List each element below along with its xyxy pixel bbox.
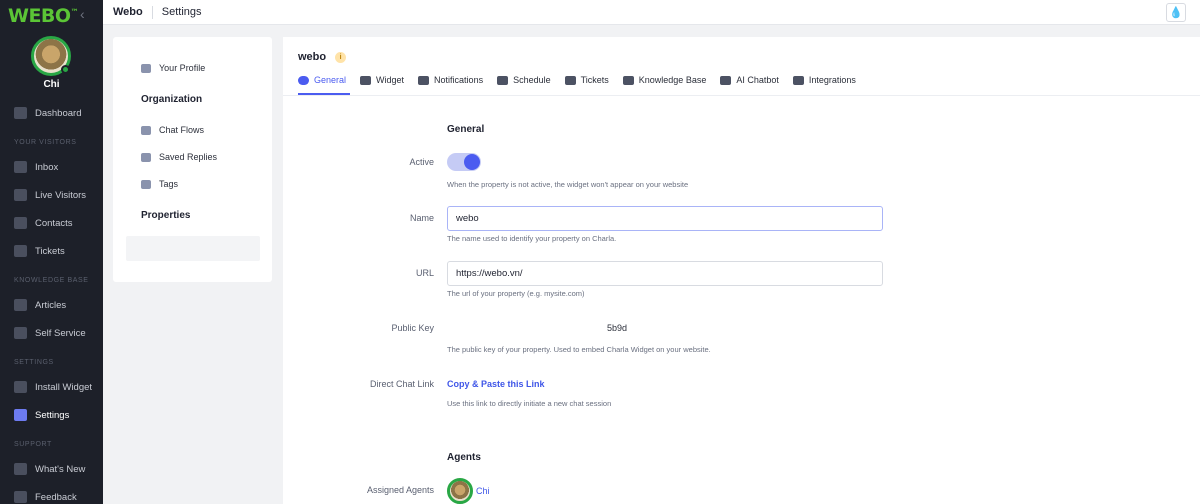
tabs-divider [283,95,1200,96]
public-key-label: Public Key [391,323,434,333]
sidebar-item-feedback[interactable]: Feedback [14,490,77,504]
flame-button[interactable]: 💧 [1166,3,1186,22]
name-label: Name [409,213,434,223]
inbox-icon [14,161,27,173]
settings-nav-tags[interactable]: Tags [141,179,178,189]
assigned-agent[interactable]: Chi [447,478,490,504]
profile-icon [141,63,151,73]
sidebar-item-dashboard[interactable]: Dashboard [14,106,81,120]
breadcrumb-settings: Settings [161,6,202,18]
ticket-icon [564,75,576,85]
sidebar-section-your-visitors: YOUR VISITORS [14,139,77,146]
sidebar-item-inbox[interactable]: Inbox [14,160,58,174]
property-tabs: General Widget Notifications Schedule Ti… [298,73,856,87]
widget-icon [360,75,372,85]
public-key-help: The public key of your property. Used to… [447,345,711,354]
assigned-agents-label: Assigned Agents [366,485,434,495]
tab-general[interactable]: General [298,73,346,87]
sidebar-section-knowledge-base: KNOWLEDGE BASE [14,277,89,284]
user-avatar[interactable] [31,36,71,76]
tag-icon [141,179,151,189]
public-key-value: 5b9d [607,323,628,333]
clock-icon [497,75,509,85]
brand-logo[interactable]: WEBO™ [8,5,79,27]
sidebar-item-live-visitors[interactable]: Live Visitors [14,188,86,202]
section-title-general: General [447,124,485,135]
settings-nav-property-item[interactable] [126,236,260,261]
active-help: When the property is not active, the wid… [447,180,689,189]
collapse-sidebar-icon[interactable]: ‹ [80,6,85,22]
articles-icon [14,299,27,311]
section-title-agents: Agents [447,452,481,463]
sidebar-item-self-service[interactable]: Self Service [14,326,86,340]
settings-nav-organization-heading: Organization [141,94,203,105]
contacts-icon [14,217,27,229]
property-title: webo i [298,51,347,63]
live-visitors-icon [14,189,27,201]
settings-nav-properties-heading: Properties [141,210,191,221]
property-settings-card: webo i General Widget Notifications Sche… [283,37,1200,504]
settings-nav-saved-replies[interactable]: Saved Replies [141,152,217,162]
breadcrumb-divider [151,5,153,19]
info-icon[interactable]: i [335,51,347,63]
flame-icon: 💧 [1169,7,1183,19]
name-help: The name used to identify your property … [447,234,617,243]
settings-nav-panel: Your Profile Organization Chat Flows Sav… [113,37,272,282]
url-input[interactable] [447,261,883,286]
tab-knowledge-base[interactable]: Knowledge Base [622,73,706,87]
sidebar-section-support: SUPPORT [14,441,52,448]
install-widget-icon [14,381,27,393]
topbar: Webo Settings 💧 [103,0,1200,25]
bell-icon [418,75,430,85]
settings-nav-your-profile[interactable]: Your Profile [141,63,205,73]
tab-schedule[interactable]: Schedule [497,73,551,87]
direct-chat-link-help: Use this link to directly initiate a new… [447,399,612,408]
url-help: The url of your property (e.g. mysite.co… [447,289,585,298]
sidebar-item-settings[interactable]: Settings [14,408,69,422]
document-icon [622,75,634,85]
name-input[interactable] [447,206,883,231]
user-name: Chi [43,79,60,90]
url-label: URL [415,268,434,278]
dashboard-icon [14,107,27,119]
agent-avatar [447,478,473,504]
direct-chat-link-label: Direct Chat Link [369,379,434,389]
megaphone-icon [14,463,27,475]
tab-widget[interactable]: Widget [360,73,404,87]
settings-icon [14,409,27,421]
tab-integrations[interactable]: Integrations [792,73,856,87]
tab-ai-chatbot[interactable]: AI Chatbot [720,73,779,87]
sidebar-item-tickets[interactable]: Tickets [14,244,65,258]
sidebar-item-install-widget[interactable]: Install Widget [14,380,92,394]
reply-icon [141,152,151,162]
self-service-icon [14,327,27,339]
active-toggle[interactable] [447,153,481,171]
online-status-dot [61,65,70,74]
feedback-icon [14,491,27,503]
toggle-knob [464,154,480,170]
headset-icon [720,75,732,85]
tab-notifications[interactable]: Notifications [418,73,483,87]
copy-chat-link[interactable]: Copy & Paste this Link [447,379,545,389]
breadcrumb-property[interactable]: Webo [113,6,143,18]
active-label: Active [409,157,434,167]
tickets-icon [14,245,27,257]
toggle-icon [298,75,309,85]
chat-flows-icon [141,125,151,135]
sidebar-section-settings: SETTINGS [14,359,54,366]
sidebar: WEBO™ ‹ Chi Dashboard YOUR VISITORS Inbo… [0,0,103,504]
sidebar-item-whats-new[interactable]: What's New [14,462,85,476]
tab-tickets[interactable]: Tickets [564,73,609,87]
integrations-icon [792,75,804,85]
settings-nav-chat-flows[interactable]: Chat Flows [141,125,204,135]
sidebar-item-contacts[interactable]: Contacts [14,216,73,230]
sidebar-item-articles[interactable]: Articles [14,298,66,312]
